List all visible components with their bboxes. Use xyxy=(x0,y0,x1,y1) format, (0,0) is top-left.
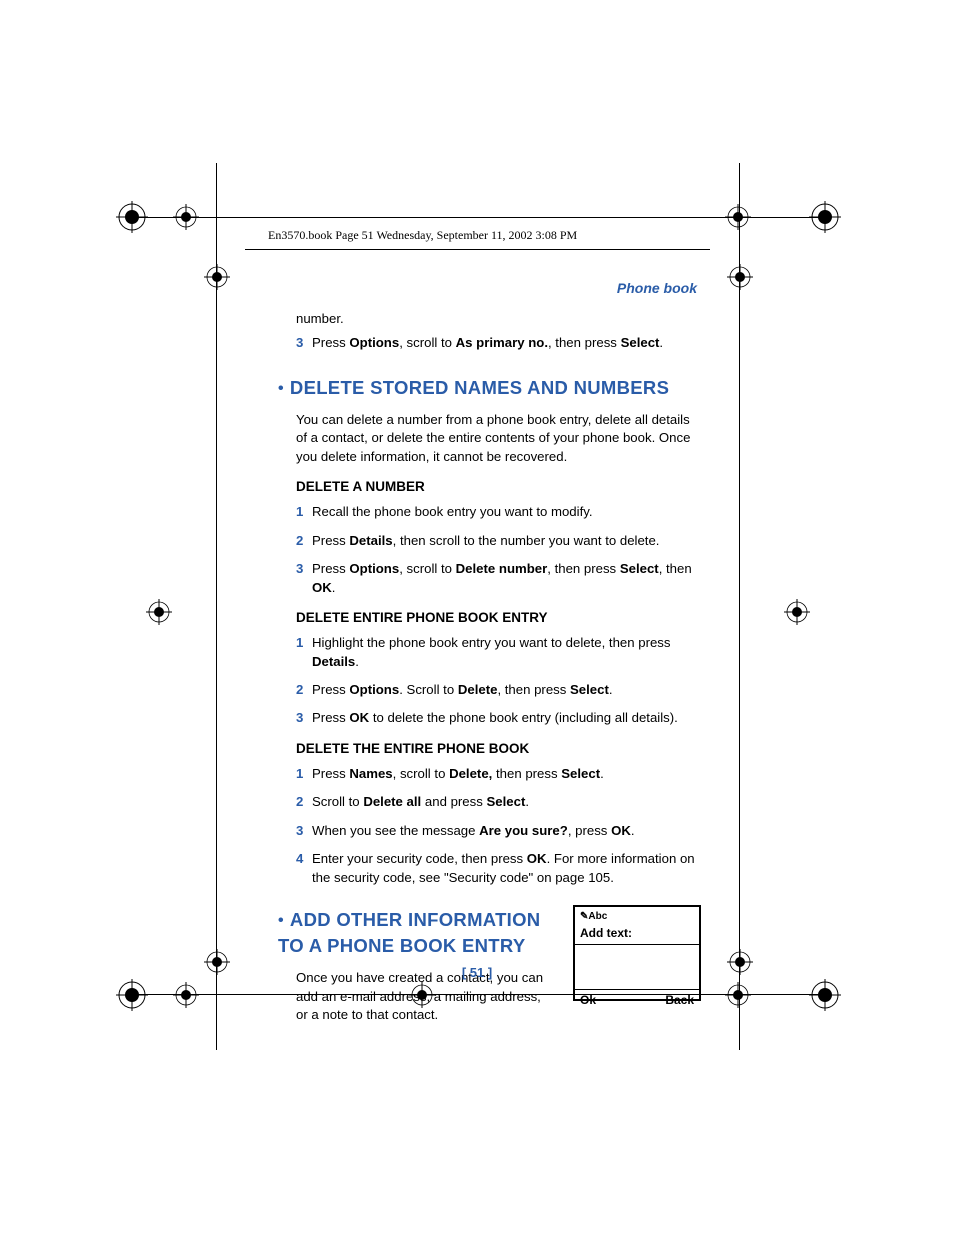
phone-screen-illustration: ✎Abc Add text: Ok Back xyxy=(573,905,701,1001)
frame-line xyxy=(739,163,740,1050)
phone-mode-indicator: ✎Abc xyxy=(575,907,699,925)
step: 1Press Names, scroll to Delete, then pre… xyxy=(296,765,701,783)
step-text: Press Options, scroll to As primary no.,… xyxy=(312,334,701,352)
page-number: [ 51 ] xyxy=(0,965,954,980)
phone-softkeys: Ok Back xyxy=(575,989,699,1012)
header-line: En3570.book Page 51 Wednesday, September… xyxy=(268,228,577,243)
crop-mark-icon xyxy=(200,260,234,294)
subheading-delete-book: DELETE THE ENTIRE PHONE BOOK xyxy=(296,740,701,759)
bullet-icon: • xyxy=(278,380,284,397)
section-title-add-info: •ADD OTHER INFORMATION TO A PHONE BOOK E… xyxy=(278,907,553,959)
step: 3When you see the message Are you sure?,… xyxy=(296,822,701,840)
crop-mark-icon xyxy=(116,978,316,1028)
crop-mark-icon xyxy=(720,978,860,1028)
section-title-delete: •DELETE STORED NAMES AND NUMBERS xyxy=(278,375,701,401)
crop-mark-icon xyxy=(720,200,860,250)
carry-text: number. xyxy=(296,310,701,328)
section-intro: You can delete a number from a phone boo… xyxy=(296,411,701,466)
step: 1Recall the phone book entry you want to… xyxy=(296,503,701,521)
step: 2Scroll to Delete all and press Select. xyxy=(296,793,701,811)
bullet-icon: • xyxy=(278,912,284,929)
step: 3 Press Options, scroll to As primary no… xyxy=(296,334,701,352)
step: 3Press OK to delete the phone book entry… xyxy=(296,709,701,727)
phone-prompt: Add text: xyxy=(575,925,699,945)
crop-mark-icon xyxy=(723,260,757,294)
running-header: Phone book xyxy=(617,280,697,296)
step: 2Press Options. Scroll to Delete, then p… xyxy=(296,681,701,699)
crop-mark-icon xyxy=(780,595,814,629)
subheading-delete-number: DELETE A NUMBER xyxy=(296,478,701,497)
softkey-ok: Ok xyxy=(580,992,596,1009)
subheading-delete-entry: DELETE ENTIRE PHONE BOOK ENTRY xyxy=(296,609,701,628)
step-number: 3 xyxy=(296,334,312,352)
step: 2Press Details, then scroll to the numbe… xyxy=(296,532,701,550)
crop-mark-icon xyxy=(142,595,176,629)
frame-line xyxy=(216,163,217,1050)
softkey-back: Back xyxy=(665,992,694,1009)
main-content: number. 3 Press Options, scroll to As pr… xyxy=(296,310,701,1031)
step: 4Enter your security code, then press OK… xyxy=(296,850,701,887)
step: 3Press Options, scroll to Delete number,… xyxy=(296,560,701,597)
step: 1Highlight the phone book entry you want… xyxy=(296,634,701,671)
